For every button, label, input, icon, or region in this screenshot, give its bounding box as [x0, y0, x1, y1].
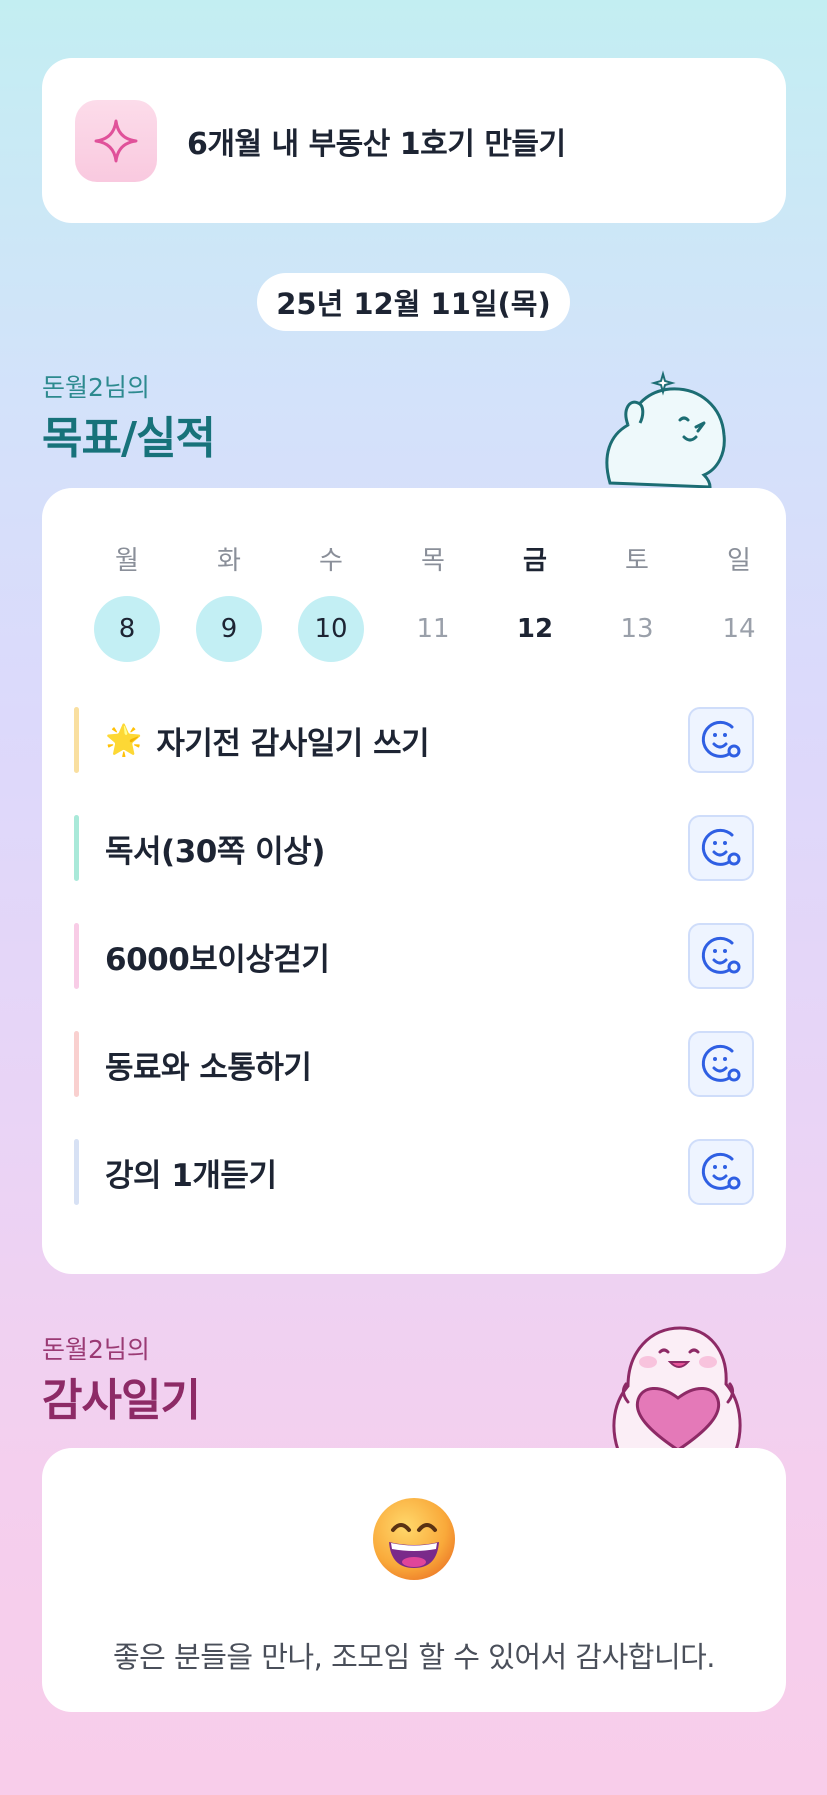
weekday-label: 수 — [319, 546, 343, 576]
task-check-button[interactable] — [688, 1031, 754, 1097]
date-row: 8 9 10 11 12 13 14 — [76, 596, 790, 662]
goals-card: 월 화 수 목 금 토 일 8 9 10 11 12 13 14 🌟 자기전 감… — [42, 488, 786, 1274]
date-cell[interactable]: 12 — [484, 596, 586, 662]
task-label: 강의 1개듣기 — [105, 1157, 277, 1194]
smile-check-icon — [701, 936, 741, 974]
goals-section-title: 목표/실적 — [42, 413, 216, 464]
date-cell[interactable]: 11 — [382, 596, 484, 662]
smile-check-icon — [701, 1152, 741, 1190]
task-item: 6000보이상걷기 — [74, 923, 754, 989]
task-item: 🌟 자기전 감사일기 쓰기 — [74, 707, 754, 773]
task-item: 동료와 소통하기 — [74, 1031, 754, 1097]
task-check-button[interactable] — [688, 815, 754, 881]
gratitude-card[interactable]: 좋은 분들을 만나, 조모임 할 수 있어서 감사합니다. — [42, 1448, 786, 1712]
task-item: 독서(30쪽 이상) — [74, 815, 754, 881]
task-color-bar — [74, 1031, 79, 1097]
task-color-bar — [74, 923, 79, 989]
task-label: 6000보이상걷기 — [105, 941, 330, 978]
weekday-row: 월 화 수 목 금 토 일 — [76, 540, 790, 577]
weekday-label: 금 — [523, 546, 547, 576]
gratitude-section-title: 감사일기 — [42, 1375, 201, 1426]
weekday-label: 일 — [727, 546, 751, 576]
weekday-label: 월 — [115, 546, 139, 576]
task-label: 동료와 소통하기 — [105, 1049, 312, 1086]
goal-text: 6개월 내 부동산 1호기 만들기 — [187, 126, 566, 162]
task-color-bar — [74, 815, 79, 881]
sparkle-icon — [75, 99, 157, 182]
task-check-button[interactable] — [688, 1139, 754, 1205]
star-icon: 🌟 — [105, 722, 143, 758]
date-selector[interactable]: 25년 12월 11일(목) — [257, 273, 570, 331]
date-cell[interactable]: 10 — [280, 596, 382, 662]
task-check-button[interactable] — [688, 707, 754, 773]
teal-mascot-icon — [605, 370, 726, 489]
task-label: 독서(30쪽 이상) — [105, 833, 325, 870]
smile-check-icon — [701, 1044, 741, 1082]
task-check-button[interactable] — [688, 923, 754, 989]
weekday-label: 화 — [217, 546, 241, 576]
grinning-face-icon — [373, 1498, 455, 1580]
smile-check-icon — [701, 828, 741, 866]
smile-check-icon — [701, 720, 741, 758]
weekday-label: 토 — [625, 546, 649, 576]
task-item: 강의 1개듣기 — [74, 1139, 754, 1205]
date-cell[interactable]: 9 — [178, 596, 280, 662]
date-cell[interactable]: 14 — [688, 596, 790, 662]
task-color-bar — [74, 1139, 79, 1205]
gratitude-text: 좋은 분들을 만나, 조모임 할 수 있어서 감사합니다. — [112, 1640, 716, 1674]
pink-heart-mascot-icon — [612, 1326, 742, 1450]
goals-section-subtitle: 돈월2님의 — [42, 373, 150, 402]
date-cell[interactable]: 13 — [586, 596, 688, 662]
weekday-label: 목 — [421, 546, 445, 576]
date-cell[interactable]: 8 — [76, 596, 178, 662]
task-color-bar — [74, 707, 79, 773]
gratitude-section-subtitle: 돈월2님의 — [42, 1335, 150, 1364]
goal-banner[interactable]: 6개월 내 부동산 1호기 만들기 — [42, 58, 786, 223]
task-label: 자기전 감사일기 쓰기 — [156, 725, 430, 762]
